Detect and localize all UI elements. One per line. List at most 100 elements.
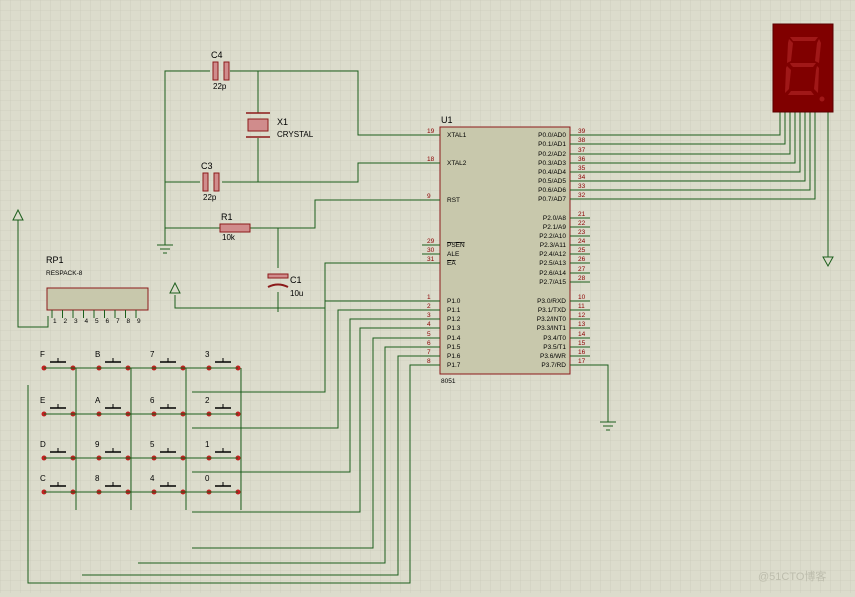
r1-value: 10k bbox=[222, 233, 236, 242]
u1-pin-name: P3.4/T0 bbox=[543, 335, 566, 342]
c3-ref: C3 bbox=[201, 161, 213, 171]
u1-pin-name: P3.1/TXD bbox=[538, 307, 566, 314]
u1-pin-number: 25 bbox=[578, 247, 586, 254]
u1-pin-name: P2.4/A12 bbox=[539, 251, 566, 258]
u1-pin-name: P2.5/A13 bbox=[539, 260, 566, 267]
rp1-pin-number: 5 bbox=[95, 318, 99, 325]
u1-pin-number: 28 bbox=[578, 275, 586, 282]
rp1-pin-number: 1 bbox=[53, 318, 57, 325]
rp1-pin-number: 6 bbox=[106, 318, 110, 325]
u1-pin-number: 8 bbox=[427, 358, 431, 365]
u1-pin-number: 34 bbox=[578, 174, 586, 181]
u1-pin-number: 12 bbox=[578, 312, 586, 319]
u1-pin-number: 9 bbox=[427, 193, 431, 200]
u1-pin-name: P1.4 bbox=[447, 335, 461, 342]
u1-pin-name: P0.4/AD4 bbox=[538, 169, 566, 176]
keypad-button-label: F bbox=[40, 350, 45, 359]
rp1-pin-number: 3 bbox=[74, 318, 78, 325]
u1-pin-number: 2 bbox=[427, 303, 431, 310]
u1-microcontroller[interactable]: U1 8051 19XTAL118XTAL29RST29PSEN30ALE31E… bbox=[422, 115, 590, 385]
u1-pin-name: P3.5/T1 bbox=[543, 344, 566, 351]
u1-pin-number: 37 bbox=[578, 147, 586, 154]
u1-pin-name: ALE bbox=[447, 251, 460, 258]
u1-pin-name: P3.6/WR bbox=[540, 353, 566, 360]
keypad-button-label: 7 bbox=[150, 350, 155, 359]
keypad-button-label: E bbox=[40, 396, 45, 405]
u1-pin-name: P2.7/A15 bbox=[539, 279, 566, 286]
u1-pin-number: 4 bbox=[427, 321, 431, 328]
rp1-pin-number: 8 bbox=[127, 318, 131, 325]
keypad-button-label: 9 bbox=[95, 440, 100, 449]
u1-pin-number: 23 bbox=[578, 229, 586, 236]
u1-pin-name: P2.6/A14 bbox=[539, 270, 566, 277]
u1-pin-name: P0.5/AD5 bbox=[538, 178, 566, 185]
u1-pin-number: 6 bbox=[427, 340, 431, 347]
u1-pin-name: P0.6/AD6 bbox=[538, 187, 566, 194]
u1-pin-number: 5 bbox=[427, 331, 431, 338]
u1-pin-number: 18 bbox=[427, 156, 435, 163]
u1-pin-number: 11 bbox=[578, 303, 585, 310]
u1-pin-name: P0.3/AD3 bbox=[538, 160, 566, 167]
keypad-button-label: 8 bbox=[95, 474, 100, 483]
u1-pin-number: 17 bbox=[578, 358, 586, 365]
r1-ref: R1 bbox=[221, 212, 233, 222]
u1-pin-name: P1.7 bbox=[447, 362, 461, 369]
u1-pin-number: 3 bbox=[427, 312, 431, 319]
seven-segment-display[interactable]: 8 bbox=[772, 23, 834, 113]
u1-pin-name: P0.0/AD0 bbox=[538, 132, 566, 139]
watermark: @51CTO博客 bbox=[758, 569, 826, 583]
u1-pin-number: 38 bbox=[578, 137, 586, 144]
u1-pin-number: 39 bbox=[578, 128, 586, 135]
keypad-button-label: 1 bbox=[205, 440, 210, 449]
u1-ref: U1 bbox=[441, 115, 453, 125]
keypad-button-label: D bbox=[40, 440, 46, 449]
u1-pin-number: 22 bbox=[578, 220, 586, 227]
u1-pin-number: 13 bbox=[578, 321, 586, 328]
u1-pin-name: P1.0 bbox=[447, 298, 461, 305]
c1-value: 10u bbox=[290, 289, 303, 298]
rp1-pin-number: 7 bbox=[116, 318, 120, 325]
u1-pin-name: P1.3 bbox=[447, 325, 461, 332]
c1-ref: C1 bbox=[290, 275, 302, 285]
u1-pin-name: XTAL1 bbox=[447, 132, 467, 139]
c4-ref: C4 bbox=[211, 50, 223, 60]
keypad-button-label: 4 bbox=[150, 474, 155, 483]
u1-pin-name: XTAL2 bbox=[447, 160, 467, 167]
keypad-button-label: C bbox=[40, 474, 46, 483]
x1-ref: X1 bbox=[277, 117, 288, 127]
u1-pin-number: 35 bbox=[578, 165, 586, 172]
u1-pin-name: P0.7/AD7 bbox=[538, 196, 566, 203]
u1-pin-name: P3.0/RXD bbox=[537, 298, 566, 305]
u1-pin-name: RST bbox=[447, 197, 460, 204]
rp1-value: RESPACK-8 bbox=[46, 270, 83, 277]
keypad-button-label: 3 bbox=[205, 350, 210, 359]
u1-pin-name: P2.2/A10 bbox=[539, 233, 566, 240]
u1-pin-name: P3.2/INT0 bbox=[537, 316, 567, 323]
u1-pin-name: P1.2 bbox=[447, 316, 461, 323]
u1-pin-number: 29 bbox=[427, 238, 435, 245]
u1-pin-name: P0.2/AD2 bbox=[538, 151, 566, 158]
u1-pin-number: 30 bbox=[427, 247, 435, 254]
keypad-button-label: 0 bbox=[205, 474, 210, 483]
u1-pin-number: 33 bbox=[578, 183, 586, 190]
u1-model: 8051 bbox=[441, 378, 456, 385]
u1-pin-number: 10 bbox=[578, 294, 586, 301]
u1-pin-number: 32 bbox=[578, 192, 586, 199]
u1-pin-name: P2.1/A9 bbox=[543, 224, 567, 231]
u1-pin-number: 14 bbox=[578, 331, 586, 338]
u1-pin-name: P3.3/INT1 bbox=[537, 325, 567, 332]
u1-pin-name: P0.1/AD1 bbox=[538, 141, 566, 148]
u1-pin-name: P1.6 bbox=[447, 353, 461, 360]
u1-pin-number: 26 bbox=[578, 256, 586, 263]
u1-pin-name: P1.5 bbox=[447, 344, 461, 351]
keypad-button-label: 5 bbox=[150, 440, 155, 449]
u1-pin-number: 1 bbox=[427, 294, 431, 301]
u1-pin-number: 16 bbox=[578, 349, 586, 356]
u1-pin-name: EA bbox=[447, 260, 456, 267]
u1-pin-number: 24 bbox=[578, 238, 586, 245]
keypad-button-label: B bbox=[95, 350, 100, 359]
rp1-ref: RP1 bbox=[46, 255, 64, 265]
schematic-canvas: C4 22p C3 22p X1 CRYSTAL R1 10k C1 10u U… bbox=[0, 0, 855, 593]
u1-pin-name: P1.1 bbox=[447, 307, 461, 314]
u1-pin-number: 7 bbox=[427, 349, 431, 356]
